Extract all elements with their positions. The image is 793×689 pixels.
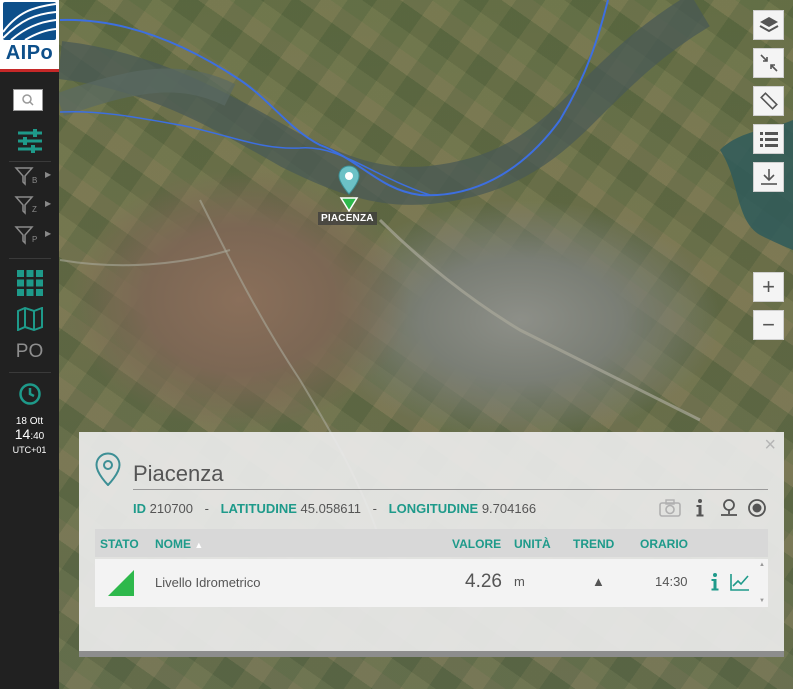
- header-orario[interactable]: ORARIO: [640, 537, 688, 551]
- record-icon: [748, 499, 766, 517]
- status-ok-icon: [108, 570, 134, 596]
- divider: [9, 372, 51, 373]
- title-divider: [133, 489, 768, 490]
- station-meta: ID 210700 - LATITUDINE 45.058611 - LONGI…: [133, 501, 536, 516]
- location-pin-icon: [338, 165, 360, 213]
- meta-separator: -: [204, 501, 209, 516]
- grid-icon: [16, 270, 43, 296]
- panel-title: Piacenza: [133, 461, 224, 486]
- station-marker[interactable]: [338, 165, 360, 218]
- meta-separator: -: [372, 501, 378, 516]
- time-label: 14:40: [0, 427, 59, 444]
- layers-icon: [759, 17, 778, 33]
- info-icon: [711, 573, 719, 591]
- latitude-label: LATITUDINE: [220, 501, 297, 516]
- logo-text: AIPo: [5, 42, 54, 64]
- map-view-button[interactable]: [0, 305, 59, 333]
- time-hour: 14: [14, 426, 31, 442]
- caret-right-icon: ▶: [45, 170, 52, 179]
- road: [59, 249, 231, 267]
- table-header: STATO NOME ▲ VALORE UNITÀ TREND ORARIO: [95, 529, 768, 557]
- table-scrollbar[interactable]: ▲ ▼: [759, 561, 767, 605]
- camera-button[interactable]: [659, 498, 681, 523]
- header-unita[interactable]: UNITÀ: [514, 537, 551, 551]
- location-pin-icon: [95, 452, 121, 491]
- zoom-out-button[interactable]: −: [753, 310, 784, 340]
- locate-button[interactable]: [719, 498, 739, 523]
- scroll-down-icon: ▼: [759, 598, 765, 604]
- row-unita: m: [514, 574, 525, 589]
- measure-button[interactable]: [753, 86, 784, 116]
- filter-sub-label: Z: [32, 205, 37, 214]
- row-info-button[interactable]: [710, 572, 720, 597]
- id-value: 210700: [149, 501, 194, 516]
- filter-b-button[interactable]: B ▶: [14, 166, 54, 190]
- sliders-icon: [17, 129, 42, 153]
- filter-z-button[interactable]: Z ▶: [14, 195, 54, 219]
- header-stato[interactable]: STATO: [100, 537, 139, 551]
- longitude-label: LONGITUDINE: [388, 501, 479, 516]
- caret-right-icon: ▶: [45, 199, 52, 208]
- timezone-label: UTC+01: [12, 445, 47, 455]
- download-button[interactable]: [753, 162, 784, 192]
- sort-asc-icon: ▲: [194, 540, 204, 550]
- caret-right-icon: ▶: [45, 229, 52, 238]
- header-nome-label: NOME: [155, 537, 191, 551]
- header-valore[interactable]: VALORE: [452, 537, 501, 551]
- datetime-display: 18 Ott 14:40 UTC+01: [0, 416, 59, 456]
- latitude-value: 45.058611: [300, 501, 362, 516]
- row-valore: 4.26: [465, 571, 502, 592]
- download-icon: [760, 169, 777, 185]
- sidebar: AIPo B ▶ Z ▶ P ▶ PO 18 Ott 14:40 UTC+01: [0, 0, 59, 689]
- close-button[interactable]: ×: [764, 434, 776, 457]
- map-marker-icon: [721, 499, 737, 516]
- aipo-logo[interactable]: AIPo: [0, 0, 59, 72]
- collapse-icon: [759, 54, 778, 72]
- road: [378, 218, 701, 422]
- table-row[interactable]: Livello Idrometrico 4.26 m ▲ 14:30 ▲ ▼: [95, 559, 768, 607]
- list-button[interactable]: [753, 124, 784, 154]
- info-button[interactable]: [693, 498, 707, 523]
- logo-waves-icon: [3, 2, 56, 40]
- longitude-value: 9.704166: [481, 501, 537, 516]
- camera-icon: [659, 499, 681, 517]
- search-icon: [22, 94, 34, 106]
- filter-sub-label: P: [32, 235, 38, 244]
- clock-icon: [18, 383, 41, 405]
- id-label: ID: [133, 501, 146, 516]
- grid-view-button[interactable]: [0, 268, 59, 298]
- layers-button[interactable]: [753, 10, 784, 40]
- divider: [9, 161, 51, 162]
- row-nome: Livello Idrometrico: [155, 575, 261, 590]
- filter-icon: [14, 167, 34, 186]
- scroll-up-icon: ▲: [759, 562, 765, 568]
- settings-sliders-button[interactable]: [0, 127, 59, 155]
- header-nome[interactable]: NOME ▲: [155, 537, 203, 551]
- record-button[interactable]: [747, 498, 767, 523]
- header-trend[interactable]: TREND: [573, 537, 614, 551]
- zoom-in-button[interactable]: +: [753, 272, 784, 302]
- ruler-icon: [759, 92, 778, 110]
- info-icon: [696, 499, 704, 517]
- search-button[interactable]: [13, 89, 43, 111]
- history-button[interactable]: [0, 380, 59, 408]
- collapse-button[interactable]: [753, 48, 784, 78]
- po-button[interactable]: PO: [0, 341, 59, 363]
- time-minute: :40: [30, 431, 45, 442]
- panel-bottom-bar: [79, 651, 784, 657]
- station-info-panel: × Piacenza ID 210700 - LATITUDINE 45.058…: [79, 432, 784, 657]
- map-icon: [16, 307, 43, 331]
- filter-p-button[interactable]: P ▶: [14, 225, 54, 249]
- list-icon: [759, 132, 778, 147]
- filter-icon: [14, 226, 34, 245]
- row-chart-button[interactable]: [730, 573, 750, 596]
- filter-sub-label: B: [32, 176, 38, 185]
- row-orario: 14:30: [655, 574, 688, 589]
- divider: [9, 258, 51, 259]
- line-chart-icon: [730, 574, 749, 591]
- trend-up-icon: ▲: [592, 574, 605, 589]
- filter-icon: [14, 196, 34, 215]
- marker-label: PIACENZA: [318, 212, 377, 225]
